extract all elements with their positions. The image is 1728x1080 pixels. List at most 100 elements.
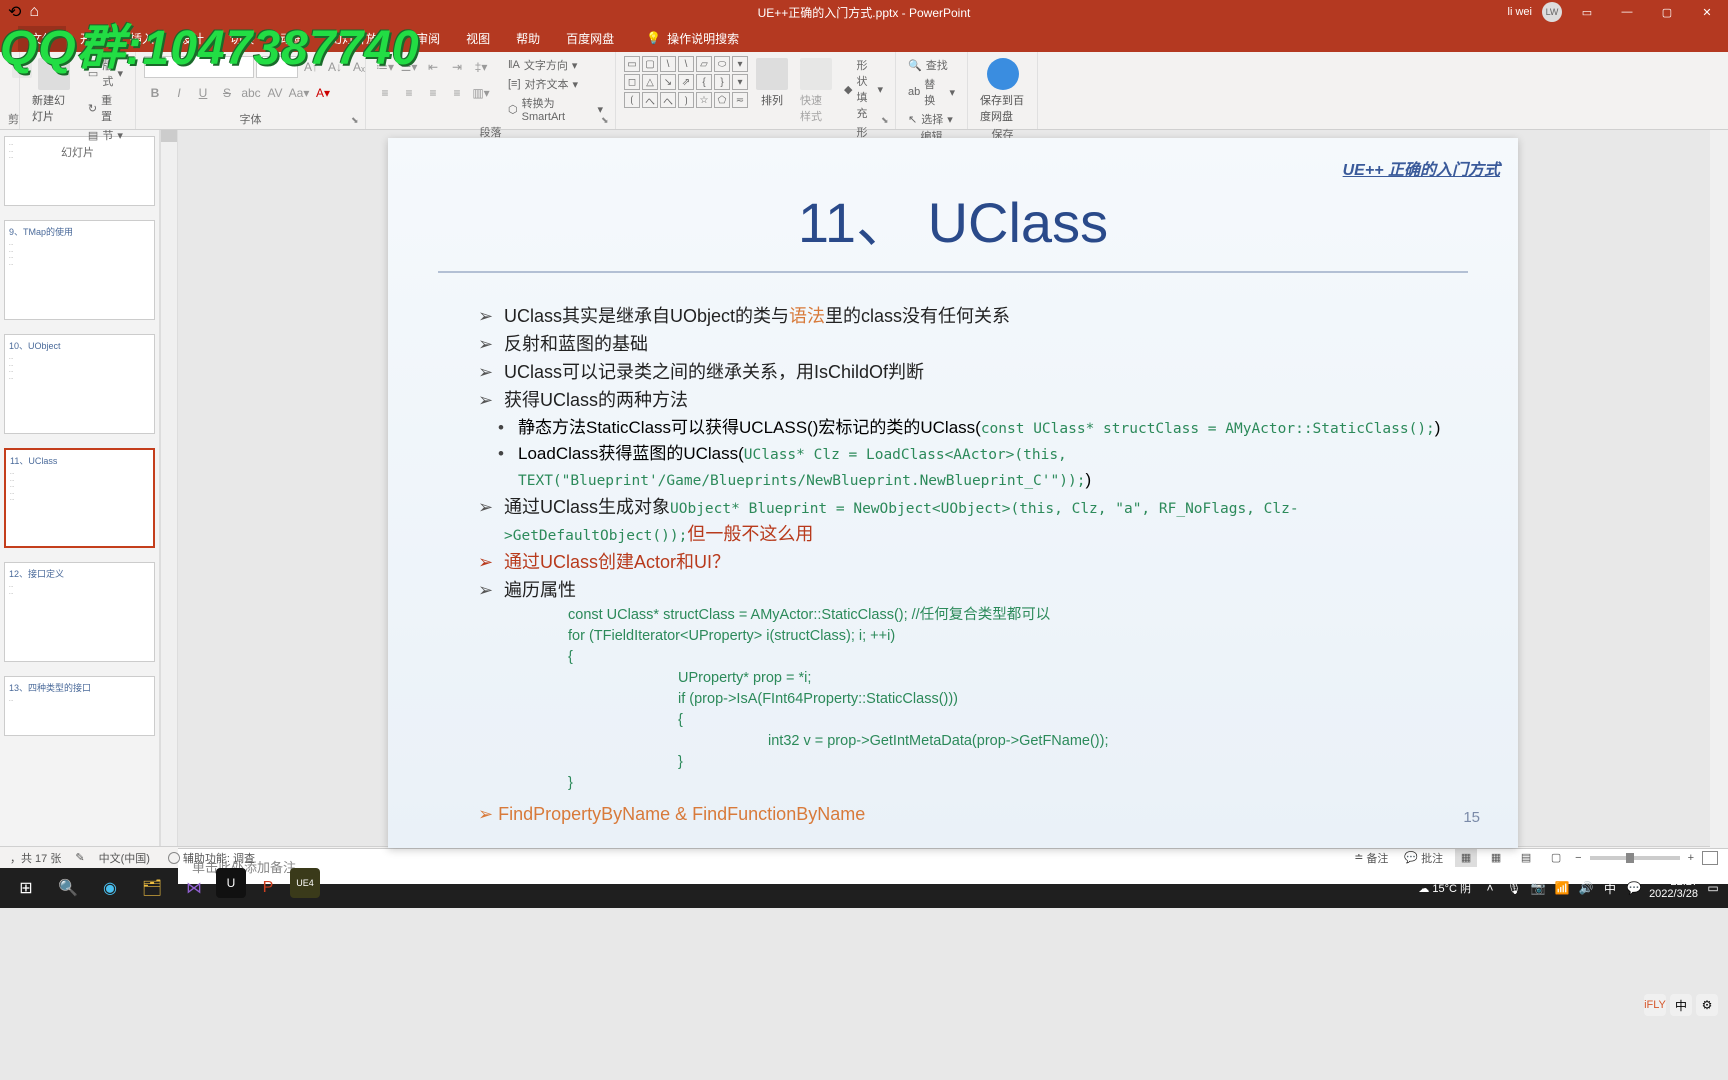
change-case-icon[interactable]: Aa▾ [288,82,310,104]
weather-widget[interactable]: ☁15°C 阴 [1414,880,1475,896]
maximize-icon[interactable]: ▢ [1652,0,1682,24]
align-left-icon[interactable]: ≡ [374,82,396,104]
italic-button[interactable]: I [168,82,190,104]
user-name[interactable]: li wei [1508,6,1532,18]
edge-icon[interactable]: ◉ [90,868,130,908]
sorter-view-icon[interactable]: ▦ [1485,849,1507,867]
bold-button[interactable]: B [144,82,166,104]
char-spacing-icon[interactable]: AV [264,82,286,104]
tray-network-icon[interactable]: 📶 [1553,879,1571,897]
underline-button[interactable]: U [192,82,214,104]
reset-button[interactable]: ↻重置 [84,91,127,125]
new-slide-button[interactable]: 新建幻灯片 [28,56,80,126]
panel-scrollbar[interactable] [160,130,178,846]
start-button[interactable]: ⊞ [6,868,46,908]
minimize-icon[interactable]: — [1612,0,1642,24]
zoom-slider[interactable] [1590,856,1680,860]
menu-baidu[interactable]: 百度网盘 [554,26,626,51]
menu-insert[interactable]: 插入 [118,26,166,51]
powerpoint-icon[interactable]: P [248,868,288,908]
columns-icon[interactable]: ▥▾ [470,82,492,104]
align-right-icon[interactable]: ≡ [422,82,444,104]
quick-access-icon[interactable]: ⌂ [29,3,39,21]
menu-slideshow[interactable]: 幻灯片放映 [318,26,402,51]
bullets-icon[interactable]: ≔▾ [374,56,396,78]
ribbon-display-icon[interactable]: ▭ [1572,0,1602,24]
slideshow-view-icon[interactable]: ▢ [1545,849,1567,867]
ue-icon[interactable]: U [216,868,246,898]
font-family-select[interactable] [144,56,254,78]
decrease-indent-icon[interactable]: ⇤ [422,56,444,78]
ue4-icon[interactable]: UE4 [290,868,320,898]
accessibility-button[interactable]: 辅助功能: 调查 [164,850,259,866]
normal-view-icon[interactable]: ▦ [1455,849,1477,867]
align-center-icon[interactable]: ≡ [398,82,420,104]
slide-canvas[interactable]: UE++ 正确的入门方式 11、 UClass UClass其实是继承自UObj… [388,138,1518,848]
slide-sub-bullets: 静态方法StaticClass可以获得UCLASS()宏标记的类的UClass(… [438,415,1468,494]
close-icon[interactable]: ✕ [1692,0,1722,24]
menu-review[interactable]: 审阅 [404,26,452,51]
tray-expand-icon[interactable]: ˄ [1481,879,1499,897]
menu-help[interactable]: 帮助 [504,26,552,51]
menu-view[interactable]: 视图 [454,26,502,51]
notification-icon[interactable]: ▭ [1704,879,1722,897]
tray-ime-icon[interactable]: 中 [1601,879,1619,897]
thumb-13[interactable]: 13、四种类型的接口... [4,676,155,736]
tell-me-search[interactable]: 💡 操作说明搜索 [638,26,747,51]
fit-window-icon[interactable] [1702,851,1718,865]
shadow-button[interactable]: abc [240,82,262,104]
thumb-11[interactable]: 11、UClass............... [4,448,155,548]
replace-button[interactable]: ab替换▾ [904,75,959,109]
search-icon[interactable]: 🔍 [48,868,88,908]
drawing-dialog-launcher[interactable]: ⬊ [881,115,893,127]
thumb-12[interactable]: 12、接口定义...... [4,562,155,662]
select-button[interactable]: ↖选择▾ [904,110,959,128]
line-spacing-icon[interactable]: ‡▾ [470,56,492,78]
explorer-icon[interactable]: 🗂 [132,868,172,908]
slide-count-label: ，共 17 张 [10,850,61,866]
increase-font-icon[interactable]: A↑ [300,56,322,78]
bullet-5: 通过UClass生成对象UObject* Blueprint = NewObje… [478,494,1468,550]
comments-button[interactable]: 💬批注 [1400,850,1447,866]
tray-volume-icon[interactable]: 🔊 [1577,879,1595,897]
shapes-gallery[interactable]: ▭▢\\▱⬭▾ ◻△↘⇗{}▾ ⟮へへ⟯☆⬠≂ [624,56,748,108]
vs-icon[interactable]: ⋈ [174,868,214,908]
font-color-icon[interactable]: A▾ [312,82,334,104]
reading-view-icon[interactable]: ▤ [1515,849,1537,867]
font-size-select[interactable] [256,56,298,78]
find-button[interactable]: 🔍查找 [904,56,959,74]
menu-design[interactable]: 设计 [168,26,216,51]
tray-camera-icon[interactable]: 📷 [1529,879,1547,897]
tray-mic-icon[interactable]: 🎙 [1505,879,1523,897]
slide-panel[interactable]: ......... 9、TMap的使用............ 10、UObje… [0,130,160,846]
numbering-icon[interactable]: ☰▾ [398,56,420,78]
spellcheck-icon[interactable]: ✎ [75,851,84,864]
menu-transition[interactable]: 切换 [218,26,266,51]
section-button[interactable]: ▤节▾ [84,126,127,144]
notes-button[interactable]: ≐备注 [1350,850,1392,866]
font-dialog-launcher[interactable]: ⬊ [351,115,363,127]
editor-scrollbar[interactable] [1710,130,1728,848]
arrange-button[interactable]: 排列 [752,56,792,110]
clock[interactable]: 22:27 2022/3/28 [1649,876,1698,900]
menu-animation[interactable]: 动画 [268,26,316,51]
slide-area[interactable]: UE++ 正确的入门方式 11、 UClass UClass其实是继承自UObj… [178,130,1728,848]
save-baidu-button[interactable]: 保存到百度网盘 [976,56,1029,126]
justify-icon[interactable]: ≡ [446,82,468,104]
ime-float[interactable]: iFLY 中 ⚙ [1644,994,1718,1016]
zoom-in-icon[interactable]: + [1688,852,1694,864]
menu-home[interactable]: 开始 [68,26,116,51]
paragraph-dialog-launcher[interactable]: ⬊ [601,115,613,127]
menu-file[interactable]: 文件 [18,26,66,51]
strike-button[interactable]: S [216,82,238,104]
autosave-icon[interactable]: ⟲ [8,2,21,22]
tray-comment-icon[interactable]: 💬 [1625,879,1643,897]
increase-indent-icon[interactable]: ⇥ [446,56,468,78]
thumb-9[interactable]: 9、TMap的使用............ [4,220,155,320]
layout-button[interactable]: ▭版式▾ [84,56,127,90]
language-label[interactable]: 中文(中国) [99,850,150,866]
user-avatar[interactable]: LW [1542,2,1562,22]
zoom-out-icon[interactable]: − [1575,852,1581,864]
decrease-font-icon[interactable]: A↓ [324,56,346,78]
thumb-10[interactable]: 10、UObject............ [4,334,155,434]
